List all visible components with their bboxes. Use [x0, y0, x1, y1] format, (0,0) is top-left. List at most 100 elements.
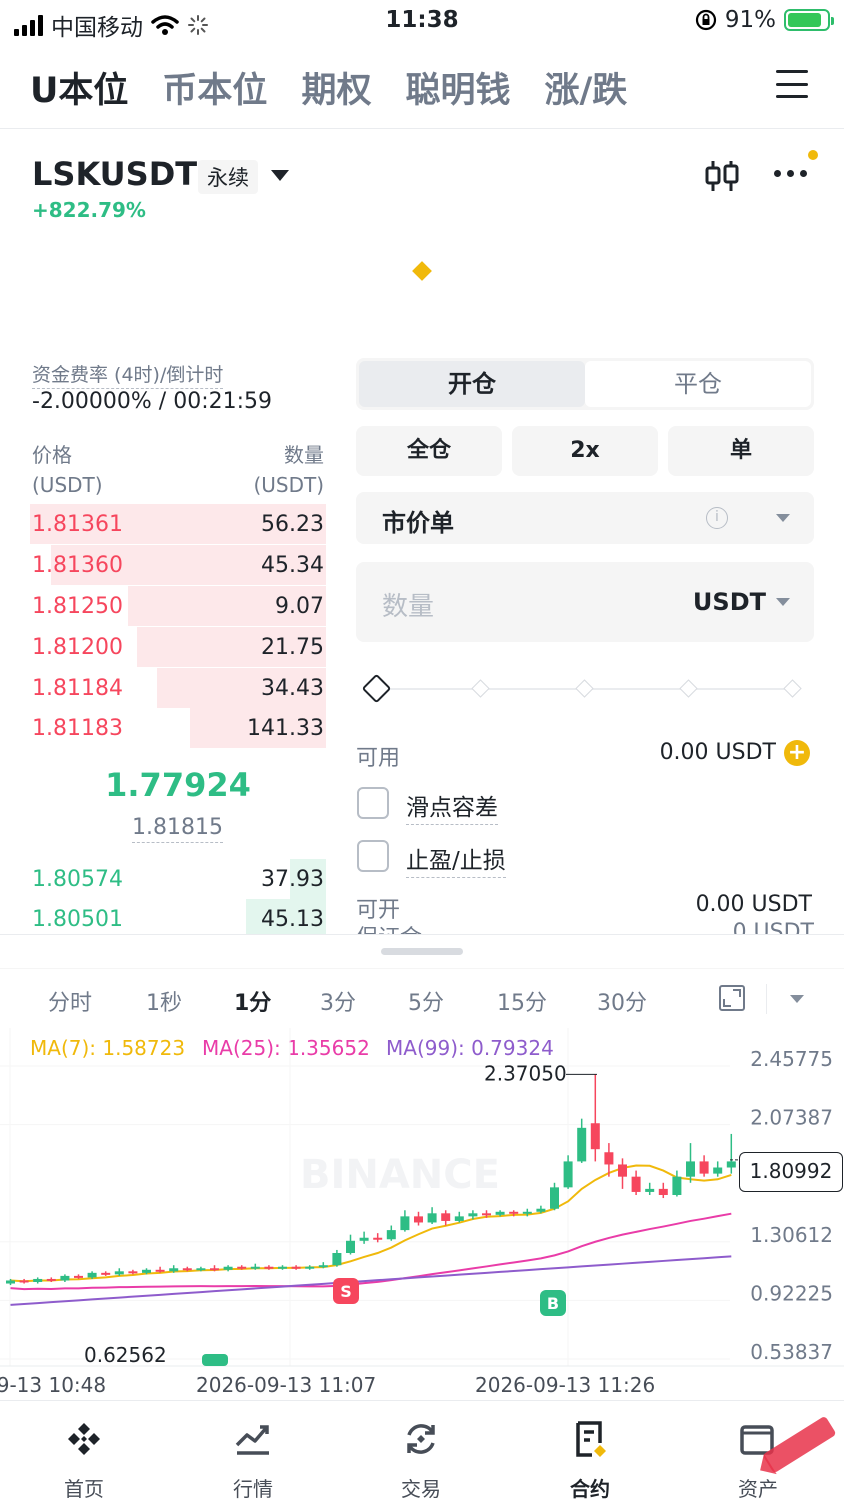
margin-value: 0 USDT	[732, 920, 814, 934]
chevron-down-icon	[776, 514, 790, 522]
tab-u-margined[interactable]: U本位	[30, 62, 128, 113]
candle	[454, 1211, 464, 1223]
ask-row[interactable]: 1.81200 21.75	[30, 627, 326, 667]
menu-icon[interactable]	[776, 70, 808, 98]
last-price[interactable]: 1.77924	[30, 766, 326, 804]
ask-price: 1.81183	[32, 716, 123, 741]
candle	[400, 1210, 410, 1232]
candle	[278, 1265, 287, 1270]
slider-thumb[interactable]	[361, 673, 392, 704]
fullscreen-icon[interactable]	[718, 984, 746, 1012]
bid-row[interactable]: 1.80574 37.93	[30, 859, 326, 899]
drag-handle[interactable]	[381, 948, 463, 955]
ask-row[interactable]: 1.81184 34.43	[30, 668, 326, 708]
order-type-select[interactable]: 市价单 i	[356, 492, 814, 544]
rotation-lock-icon	[695, 9, 716, 31]
interval-tab[interactable]: 1分	[234, 985, 271, 1017]
symbol-name[interactable]: LSKUSDT	[32, 155, 197, 193]
orderbook-price-header: 价格 (USDT)	[32, 440, 103, 500]
loading-diamond-icon	[412, 261, 432, 281]
quantity-placeholder: 数量	[382, 592, 435, 622]
divider	[0, 128, 844, 129]
nav-label: 行情	[233, 1477, 273, 1500]
more-options-icon[interactable]	[774, 170, 807, 177]
price-unit-label: (USDT)	[32, 473, 103, 497]
nav-label: 合约	[570, 1477, 610, 1500]
tab-smart-money[interactable]: 聪明钱	[405, 62, 510, 113]
candle	[33, 1277, 43, 1284]
bid-price: 1.80501	[32, 907, 123, 932]
candlestick-chart[interactable]: 2.45775 2.07387 1.30612 0.92225 0.53837 09-13…	[0, 1028, 844, 1400]
ma25-line	[10, 1212, 732, 1291]
funding-rate-label[interactable]: 资金费率 (4时)/倒计时	[32, 360, 224, 389]
binance-watermark: BINANCE	[300, 1152, 500, 1198]
nav-markets[interactable]: 行情	[193, 1401, 313, 1500]
orderbook-qty-header: 数量 (USDT)	[253, 440, 324, 500]
quantity-unit-select[interactable]: USDT	[693, 588, 766, 616]
low-price-label: 0.62562	[84, 1343, 167, 1367]
ask-row[interactable]: 1.81250 9.07	[30, 586, 326, 626]
tpsl-checkbox[interactable]	[357, 840, 389, 872]
sell-marker: S	[333, 1278, 359, 1304]
buy-marker-partial	[202, 1354, 228, 1366]
available-label: 可用	[356, 746, 401, 771]
position-mode-button[interactable]: 单	[668, 426, 814, 476]
slider-node[interactable]	[471, 679, 490, 698]
interval-tab[interactable]: 15分	[497, 985, 547, 1017]
leverage-button[interactable]: 2x	[512, 426, 658, 476]
candle	[223, 1265, 233, 1272]
candle	[645, 1182, 655, 1195]
interval-tab[interactable]: 分时	[48, 985, 92, 1017]
futures-contract-icon	[576, 1421, 606, 1457]
add-funds-icon[interactable]: +	[784, 740, 810, 766]
binance-logo-icon	[68, 1423, 100, 1455]
tpsl-label[interactable]: 止盈/止损	[406, 841, 506, 878]
margin-mode-button[interactable]: 全仓	[356, 426, 502, 476]
slider-node[interactable]	[783, 679, 802, 698]
x-tick-label: 2026-09-13 11:26	[475, 1373, 655, 1397]
interval-tab[interactable]: 5分	[408, 985, 444, 1017]
bid-qty: 37.93	[261, 867, 324, 892]
chevron-down-icon[interactable]	[271, 170, 289, 181]
bottom-nav: 首页 行情 交易 合约 资产	[0, 1400, 844, 1500]
interval-tab[interactable]: 3分	[320, 985, 356, 1017]
close-position-tab[interactable]: 平仓	[585, 361, 811, 407]
slider-node[interactable]	[679, 679, 698, 698]
bid-qty: 45.13	[261, 907, 324, 932]
nav-home[interactable]: 首页	[24, 1401, 144, 1500]
y-tick-label: 0.92225	[750, 1281, 833, 1305]
candle	[726, 1133, 736, 1174]
candle	[19, 1278, 29, 1284]
slippage-checkbox[interactable]	[357, 787, 389, 819]
quantity-input[interactable]: 数量 USDT	[356, 562, 814, 642]
divider	[766, 984, 767, 1014]
interval-tab[interactable]: 1秒	[146, 985, 182, 1017]
mark-price[interactable]: 1.81815	[132, 815, 223, 843]
notification-dot	[808, 150, 818, 160]
ask-row[interactable]: 1.81361 56.23	[30, 504, 326, 544]
ask-row[interactable]: 1.81183 141.33	[30, 708, 326, 748]
candlestick-chart-icon[interactable]	[702, 158, 742, 194]
slippage-label[interactable]: 滑点容差	[406, 788, 498, 825]
tab-coin-margined[interactable]: 币本位	[162, 62, 267, 113]
candle	[427, 1207, 437, 1224]
info-icon[interactable]: i	[706, 507, 728, 529]
chevron-down-icon[interactable]	[790, 995, 804, 1003]
bid-row[interactable]: 1.80501 45.13	[30, 899, 326, 935]
tab-options[interactable]: 期权	[301, 62, 371, 113]
ask-qty: 45.34	[261, 553, 324, 578]
svg-text:S: S	[340, 1282, 352, 1301]
available-value: 0.00 USDT	[659, 740, 776, 765]
interval-tab[interactable]: 30分	[597, 985, 647, 1017]
candle	[441, 1210, 451, 1226]
ask-row[interactable]: 1.81360 45.34	[30, 545, 326, 585]
x-tick-label: 09-13 10:48	[0, 1373, 106, 1397]
slider-node[interactable]	[575, 679, 594, 698]
tab-up-down[interactable]: 涨/跌	[544, 62, 627, 113]
candle	[101, 1271, 111, 1276]
open-position-tab[interactable]: 开仓	[359, 361, 585, 407]
nav-futures[interactable]: 合约	[530, 1401, 650, 1500]
bid-price: 1.80574	[32, 867, 123, 892]
nav-trade[interactable]: 交易	[361, 1401, 481, 1500]
svg-text:B: B	[547, 1294, 559, 1313]
